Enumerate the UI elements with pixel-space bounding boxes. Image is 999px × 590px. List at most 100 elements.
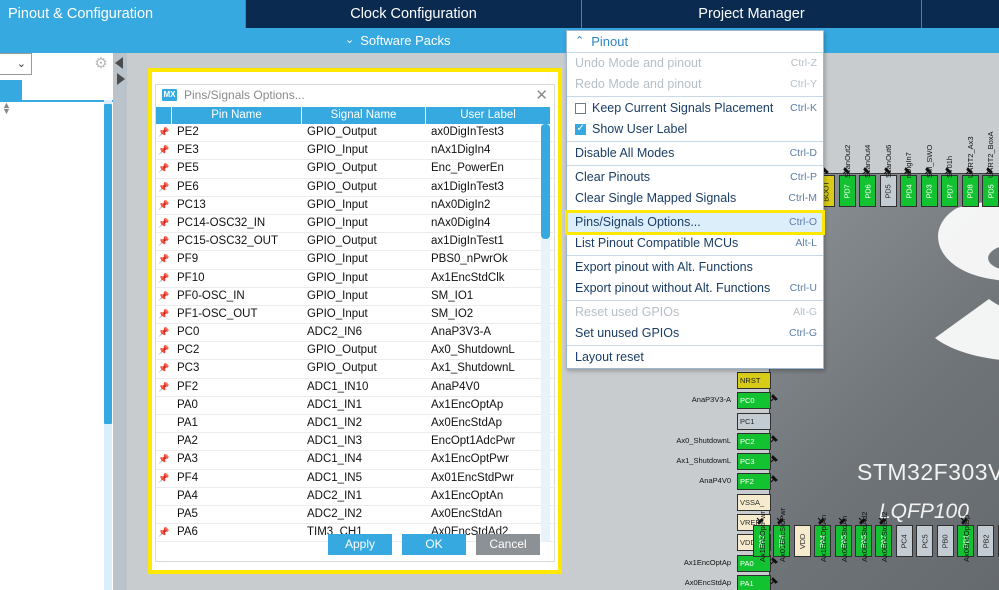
mcu-pin-PC1[interactable]: PC1 [737, 412, 771, 430]
mcu-pin-PC3[interactable]: PC3 [737, 453, 771, 471]
tab-pinout-configuration[interactable]: Pinout & Configuration [0, 0, 246, 28]
table-cell-user-label[interactable]: Ax1EncOptAp [426, 397, 550, 414]
table-row[interactable]: PA2 ADC1_IN3 EncOpt1AdcPwr [156, 433, 556, 452]
table-cell-user-label[interactable]: SM_IO1 [426, 288, 550, 305]
table-cell-user-label[interactable]: AnaP4V0 [426, 379, 550, 396]
table-cell-user-label[interactable]: Ax1EncOptAn [426, 488, 550, 505]
table-row[interactable]: 📌 PF2 ADC1_IN10 AnaP4V0 [156, 379, 556, 397]
pin-locked-icon[interactable]: 📌 [156, 160, 172, 177]
table-row[interactable]: 📌 PE2 GPIO_Output ax0DigInTest3 [156, 124, 556, 143]
table-cell-user-label[interactable]: Ax0EncStdAp [426, 415, 550, 432]
mcu-pin-PD5[interactable]: PD5 [879, 175, 897, 207]
spinner-icon[interactable]: ▲ ▼ [2, 101, 12, 116]
table-cell-user-label[interactable]: ax0DigInTest3 [426, 124, 550, 141]
software-packs-menu[interactable]: ⌄ Software Packs [345, 28, 451, 53]
column-header-user-label[interactable]: User Label [426, 107, 550, 124]
collapse-left-icon[interactable] [115, 57, 123, 69]
menu-item-disable-all-modes[interactable]: Disable All Modes Ctrl-D [567, 143, 823, 164]
table-cell-user-label[interactable]: nAx1DigIn4 [426, 142, 550, 159]
mcu-pin-NRST[interactable]: NRST [737, 371, 771, 389]
column-header-pin-name[interactable]: Pin Name [172, 107, 302, 124]
pin-locked-icon[interactable]: 📌 [156, 324, 172, 341]
pins-signals-options-dialog[interactable]: MX Pins/Signals Options... ✕ Pin Name Si… [155, 84, 556, 562]
menu-item-pins-signals-options[interactable]: Pins/Signals Options... Ctrl-O [565, 210, 825, 235]
table-row[interactable]: PA4 ADC2_IN1 Ax1EncOptAn [156, 488, 556, 506]
table-row[interactable]: PA1 ADC1_IN2 Ax0EncStdAp [156, 415, 556, 434]
table-cell-user-label[interactable]: nAx0DigIn2 [426, 197, 550, 214]
pin-locked-icon[interactable]: 📌 [156, 233, 172, 250]
table-cell-user-label[interactable]: Ax01EncStdPwr [426, 470, 550, 487]
table-cell-user-label[interactable]: nAx0DigIn4 [426, 215, 550, 232]
mcu-pin-PD7[interactable]: PD7 [941, 175, 958, 207]
mcu-pin-PA1[interactable]: PA1 [737, 574, 771, 590]
mode-combobox[interactable]: ⌄ [0, 53, 32, 75]
mcu-pin-PD8[interactable]: PD8 [961, 175, 979, 207]
pin-unlocked-placeholder[interactable] [156, 506, 172, 523]
menu-item-keep-current-signals-placement[interactable]: Keep Current Signals Placement Ctrl-K [567, 98, 823, 119]
checkbox-unchecked-icon[interactable] [575, 103, 586, 114]
table-row[interactable]: 📌 PF1-OSC_OUT GPIO_Input SM_IO2 [156, 306, 556, 325]
table-row[interactable]: 📌 PC0 ADC2_IN6 AnaP3V3-A [156, 324, 556, 343]
table-cell-user-label[interactable]: EncOpt1AdcPwr [426, 433, 550, 450]
pin-locked-icon[interactable]: 📌 [156, 124, 172, 141]
pin-locked-icon[interactable]: 📌 [156, 451, 172, 468]
expand-right-icon[interactable] [117, 73, 125, 85]
column-header-pin-state[interactable] [156, 107, 172, 124]
pin-unlocked-placeholder[interactable] [156, 415, 172, 432]
table-row[interactable]: 📌 PF4 ADC1_IN5 Ax01EncStdPwr [156, 470, 556, 488]
mcu-pin-PD6[interactable]: PD6 [859, 175, 876, 207]
table-cell-user-label[interactable]: Enc_PowerEn [426, 160, 550, 177]
table-cell-user-label[interactable]: Ax0_ShutdownL [426, 342, 550, 359]
close-icon[interactable]: ✕ [535, 88, 548, 103]
search-filter-chip[interactable]: >Z [0, 80, 22, 100]
mcu-pin-PD5[interactable]: PD5 [982, 175, 999, 207]
pin-locked-icon[interactable]: 📌 [156, 379, 172, 396]
dialog-scrollbar-thumb[interactable] [541, 124, 550, 239]
tab-clock-configuration[interactable]: Clock Configuration [246, 0, 582, 28]
table-cell-user-label[interactable]: Ax1EncStdClk [426, 270, 550, 287]
mcu-pin-VDD[interactable]: VDD [793, 525, 811, 557]
table-row[interactable]: 📌 PC2 GPIO_Output Ax0_ShutdownL [156, 342, 556, 361]
menu-item-export-pinout-without-alt-functions[interactable]: Export pinout without Alt. Functions Ctrl… [567, 278, 823, 299]
mcu-pin-PC2[interactable]: PC2 [737, 432, 771, 450]
table-cell-user-label[interactable]: Ax1_ShutdownL [426, 360, 550, 377]
pinout-dropdown-menu[interactable]: ⌃ Pinout Undo Mode and pinout Ctrl-Z Redo … [565, 30, 825, 369]
mcu-pin-PC0[interactable]: PC0 [737, 392, 771, 410]
table-row[interactable]: 📌 PC15-OSC32_OUT GPIO_Output ax1DigInTest1 [156, 233, 556, 252]
pin-locked-icon[interactable]: 📌 [156, 288, 172, 305]
table-row[interactable]: 📌 PE6 GPIO_Output ax1DigInTest3 [156, 179, 556, 197]
panel-splitter[interactable] [113, 53, 127, 590]
tab-extra[interactable] [922, 0, 999, 28]
table-row[interactable]: 📌 PF9 GPIO_Input PBS0_nPwrOk [156, 251, 556, 270]
mcu-pin-PC4[interactable]: PC4 [895, 525, 913, 557]
table-cell-user-label[interactable]: ax1DigInTest1 [426, 233, 550, 250]
pin-locked-icon[interactable]: 📌 [156, 179, 172, 196]
menu-item-export-pinout-with-alt-functions[interactable]: Export pinout with Alt. Functions [567, 257, 823, 278]
table-row[interactable]: 📌 PE5 GPIO_Output Enc_PowerEn [156, 160, 556, 179]
gear-icon[interactable]: ⚙ [93, 56, 109, 72]
mcu-pin-PD7[interactable]: PD7 [838, 175, 856, 207]
pin-locked-icon[interactable]: 📌 [156, 360, 172, 377]
pin-locked-icon[interactable]: 📌 [156, 470, 172, 487]
table-cell-user-label[interactable]: Ax1EncOptPwr [426, 451, 550, 468]
table-row[interactable]: 📌 PF10 GPIO_Input Ax1EncStdClk [156, 270, 556, 288]
mcu-pin-PB2[interactable]: PB2 [977, 525, 995, 557]
column-header-signal-name[interactable]: Signal Name [302, 107, 426, 124]
mcu-pin-PD4[interactable]: PD4 [900, 175, 917, 207]
menu-item-clear-single-mapped-signals[interactable]: Clear Single Mapped Signals Ctrl-M [567, 188, 823, 209]
table-row[interactable]: PA0 ADC1_IN1 Ax1EncOptAp [156, 397, 556, 415]
table-row[interactable]: 📌 PE3 GPIO_Input nAx1DigIn4 [156, 142, 556, 161]
table-row[interactable]: 📌 PA3 ADC1_IN4 Ax1EncOptPwr [156, 451, 556, 470]
mcu-pin-VSSA_[interactable]: VSSA_ [737, 493, 771, 511]
menu-item-layout-reset[interactable]: Layout reset [567, 347, 823, 368]
apply-button[interactable]: Apply [328, 533, 392, 555]
menu-item-clear-pinouts[interactable]: Clear Pinouts Ctrl-P [567, 167, 823, 188]
pin-locked-icon[interactable]: 📌 [156, 251, 172, 268]
pin-locked-icon[interactable]: 📌 [156, 197, 172, 214]
pin-locked-icon[interactable]: 📌 [156, 270, 172, 287]
menu-item-set-unused-gpios[interactable]: Set unused GPIOs Ctrl-G [567, 323, 823, 344]
pin-unlocked-placeholder[interactable] [156, 397, 172, 414]
table-cell-user-label[interactable]: AnaP3V3-A [426, 324, 550, 341]
table-row[interactable]: 📌 PF0-OSC_IN GPIO_Input SM_IO1 [156, 288, 556, 306]
menu-item-show-user-label[interactable]: Show User Label [567, 119, 823, 140]
